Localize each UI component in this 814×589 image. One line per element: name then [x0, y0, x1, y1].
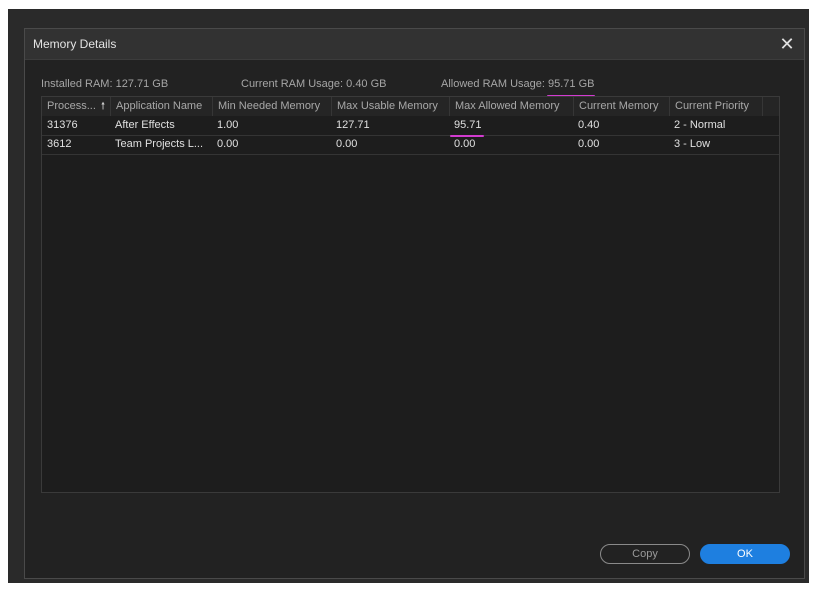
cell-max-usable: 127.71: [336, 119, 370, 131]
cell-process: 31376: [47, 119, 78, 131]
current-ram-usage-label: Current RAM Usage: 0.40 GB: [241, 78, 387, 90]
column-header-filler: [762, 97, 781, 116]
column-header-current-priority[interactable]: Current Priority: [669, 97, 762, 116]
cell-process: 3612: [47, 138, 72, 150]
column-header-max-allowed[interactable]: Max Allowed Memory: [449, 97, 573, 116]
sort-ascending-icon[interactable]: 🠕: [101, 97, 105, 116]
allowed-ram-usage-label: Allowed RAM Usage: 95.71 GB: [441, 78, 595, 90]
cell-max-allowed: 95.71: [454, 119, 482, 131]
cell-app: Team Projects L...: [115, 138, 204, 150]
column-header-min-needed[interactable]: Min Needed Memory: [212, 97, 331, 116]
annotation-underline-max-allowed: [450, 135, 484, 137]
dialog-titlebar: Memory Details ✕: [25, 29, 804, 60]
app-frame: Memory Details ✕ Installed RAM: 127.71 G…: [8, 9, 809, 583]
cell-current: 0.40: [578, 119, 600, 131]
ok-button[interactable]: OK: [700, 544, 790, 564]
column-header-max-usable[interactable]: Max Usable Memory: [331, 97, 449, 116]
table-row[interactable]: 3612 Team Projects L... 0.00 0.00 0.00 0…: [42, 135, 779, 155]
close-icon[interactable]: ✕: [776, 33, 798, 55]
column-header-current-memory[interactable]: Current Memory: [573, 97, 669, 116]
cell-max-allowed: 0.00: [454, 138, 476, 150]
cell-priority: 2 - Normal: [674, 119, 726, 131]
cell-priority: 3 - Low: [674, 138, 711, 150]
copy-button[interactable]: Copy: [600, 544, 690, 564]
memory-details-dialog: Memory Details ✕ Installed RAM: 127.71 G…: [24, 28, 805, 579]
cell-min: 0.00: [217, 138, 239, 150]
cell-current: 0.00: [578, 138, 600, 150]
cell-max-usable: 0.00: [336, 138, 358, 150]
cell-min: 1.00: [217, 119, 239, 131]
column-header-process[interactable]: Process... 🠕: [42, 97, 110, 116]
memory-table: Process... 🠕 Application Name Min Needed …: [41, 96, 780, 493]
table-row[interactable]: 31376 After Effects 1.00 127.71 95.71 0.…: [42, 116, 779, 136]
memory-stats: Installed RAM: 127.71 GB Current RAM Usa…: [25, 78, 804, 94]
column-header-application-name[interactable]: Application Name: [110, 97, 212, 116]
cell-app: After Effects: [115, 119, 175, 131]
installed-ram-label: Installed RAM: 127.71 GB: [41, 78, 169, 90]
table-header: Process... 🠕 Application Name Min Needed …: [42, 97, 779, 116]
dialog-title: Memory Details: [33, 37, 117, 51]
